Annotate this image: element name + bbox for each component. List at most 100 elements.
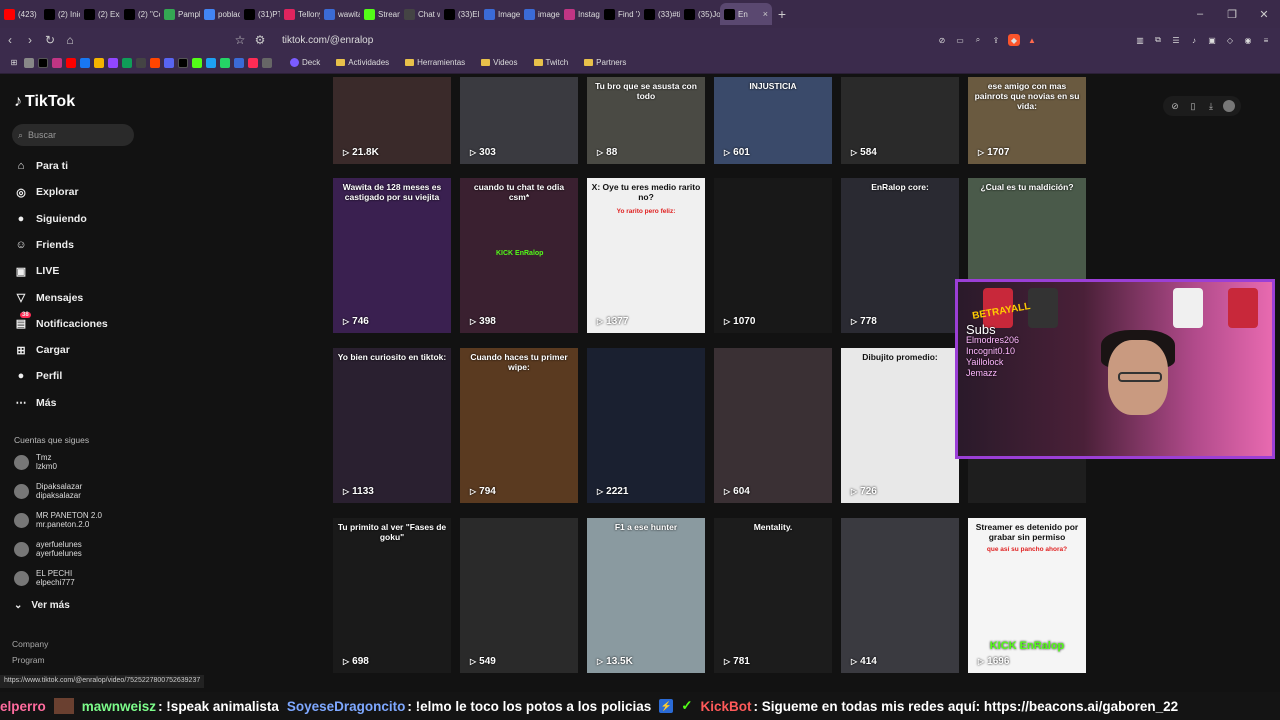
- browser-tab[interactable]: Chat w: [400, 3, 440, 25]
- site-info-icon[interactable]: ⚙: [250, 33, 270, 47]
- brave-shield-icon[interactable]: ◆: [1008, 34, 1020, 46]
- browser-tab[interactable]: Tellony: [280, 3, 320, 25]
- browser-tab[interactable]: (2) Inic: [40, 3, 80, 25]
- video-card[interactable]: ▷ 584: [841, 77, 959, 164]
- bookmark-favicon-icon[interactable]: [108, 57, 118, 68]
- video-card[interactable]: Streamer es detenido por grabar sin perm…: [968, 518, 1086, 673]
- bookmark-favicon-icon[interactable]: [178, 57, 188, 68]
- sidebar-toggle-icon[interactable]: ▥: [1134, 34, 1146, 46]
- url-field[interactable]: tiktok.com/@enralop: [282, 35, 373, 46]
- nav-item[interactable]: ▤ 38 Notificaciones: [14, 311, 108, 331]
- browser-tab[interactable]: Instagr: [560, 3, 600, 25]
- browser-tab[interactable]: En ×: [720, 3, 772, 25]
- extensions-icon[interactable]: ⧉: [1152, 34, 1164, 46]
- video-card[interactable]: ▷ 549: [460, 518, 578, 673]
- video-card[interactable]: F1 a ese hunter ▷ 13.5K: [587, 518, 705, 673]
- bookmark-folder[interactable]: Twitch: [533, 58, 568, 67]
- bookmark-favicon-icon[interactable]: [52, 57, 62, 68]
- video-card[interactable]: Wawita de 128 meses es castigado por su …: [333, 178, 451, 333]
- see-more-button[interactable]: ⌄ Ver más: [14, 600, 70, 611]
- nav-item[interactable]: ▽ Mensajes: [14, 291, 84, 305]
- user-avatar-icon[interactable]: [1223, 100, 1235, 112]
- close-icon[interactable]: ×: [763, 9, 768, 19]
- bookmark-favicon-icon[interactable]: [206, 57, 216, 68]
- video-card[interactable]: ▷ 2221: [587, 348, 705, 503]
- bookmark-folder[interactable]: Herramientas: [405, 58, 465, 67]
- bookmark-folder[interactable]: Videos: [481, 58, 518, 67]
- browser-tab[interactable]: (31)PTI: [240, 3, 280, 25]
- bookmark-favicon-icon[interactable]: [24, 57, 34, 68]
- bookmark-folder[interactable]: Partners: [584, 58, 626, 67]
- video-card[interactable]: Tu bro que se asusta con todo ▷ 88: [587, 77, 705, 164]
- bookmark-folder[interactable]: Deck: [290, 58, 320, 67]
- nav-item[interactable]: ⊞ Cargar: [14, 343, 69, 357]
- browser-tab[interactable]: (33)El: [440, 3, 480, 25]
- minimize-icon[interactable]: –: [1184, 8, 1216, 21]
- share-icon[interactable]: ⇪: [990, 34, 1002, 46]
- close-window-icon[interactable]: ✕: [1248, 8, 1280, 21]
- bookmark-favicon-icon[interactable]: [234, 57, 244, 68]
- bookmark-favicon-icon[interactable]: [192, 57, 202, 68]
- bookmark-favicon-icon[interactable]: [66, 57, 76, 68]
- browser-tab[interactable]: Stream: [360, 3, 400, 25]
- browser-tab[interactable]: wawita: [320, 3, 360, 25]
- bookmark-favicon-icon[interactable]: [38, 57, 48, 68]
- restore-icon[interactable]: ❐: [1216, 8, 1248, 21]
- bookmark-favicon-icon[interactable]: [220, 57, 230, 68]
- video-card[interactable]: cuando tu chat te odia csm* ▷ 398 KICK EnRa…: [460, 178, 578, 333]
- video-card[interactable]: ▷ 303: [460, 77, 578, 164]
- video-card[interactable]: ese amigo con mas painrots que novias en…: [968, 77, 1086, 164]
- following-item[interactable]: MR PANETON 2.0 mr.paneton.2.0: [14, 511, 102, 529]
- video-card[interactable]: ▷ 604: [714, 348, 832, 503]
- music-icon[interactable]: ♪: [1188, 34, 1200, 46]
- rewards-icon[interactable]: ▲: [1026, 34, 1038, 46]
- browser-tab[interactable]: (33)#ti: [640, 3, 680, 25]
- browser-tab[interactable]: Image: [480, 3, 520, 25]
- bookmark-favicon-icon[interactable]: [80, 57, 90, 68]
- apps-icon[interactable]: ⊞: [8, 57, 20, 69]
- nav-item[interactable]: ⌂ Para ti: [14, 159, 68, 173]
- new-tab-icon[interactable]: +: [772, 6, 792, 22]
- bookmark-favicon-icon[interactable]: [94, 57, 104, 68]
- nav-item[interactable]: ● Perfil: [14, 369, 63, 383]
- vpn-icon[interactable]: ◇: [1224, 34, 1236, 46]
- video-card[interactable]: ▷ 414: [841, 518, 959, 673]
- following-item[interactable]: EL PECHI elpechi777: [14, 569, 75, 587]
- bookmark-favicon-icon[interactable]: [136, 57, 146, 68]
- menu-icon[interactable]: ≡: [1260, 34, 1272, 46]
- browser-tab[interactable]: poblac: [200, 3, 240, 25]
- video-card[interactable]: Mentality. ▷ 781: [714, 518, 832, 673]
- video-card[interactable]: EnRalop core: ▷ 778: [841, 178, 959, 333]
- profile-icon[interactable]: ◉: [1242, 34, 1254, 46]
- video-card[interactable]: ▷ 21.8K: [333, 77, 451, 164]
- video-card[interactable]: Cuando haces tu primer wipe: ▷ 794: [460, 348, 578, 503]
- bookmark-folder[interactable]: Actividades: [336, 58, 389, 67]
- following-item[interactable]: ayerfuelunes ayerfuelunes: [14, 540, 82, 558]
- video-card[interactable]: X: Oye tu eres medio rarito no? ▷ 1377 Yo r…: [587, 178, 705, 333]
- bookmark-favicon-icon[interactable]: [262, 57, 272, 68]
- footer-link-company[interactable]: Company: [12, 639, 48, 649]
- bookmark-favicon-icon[interactable]: [150, 57, 160, 68]
- nav-item[interactable]: ▣ LIVE: [14, 264, 60, 278]
- block-icon[interactable]: ⊘: [1169, 100, 1181, 112]
- home-icon[interactable]: ⌂: [60, 33, 80, 47]
- video-card[interactable]: INJUSTICIA ▷ 601: [714, 77, 832, 164]
- bookmark-favicon-icon[interactable]: [164, 57, 174, 68]
- tiktok-logo[interactable]: ♪ TikTok: [14, 93, 75, 111]
- zoom-icon[interactable]: ⌕: [972, 34, 984, 46]
- video-card[interactable]: Yo bien curiosito en tiktok: ▷ 1133: [333, 348, 451, 503]
- phone-icon[interactable]: ▯: [1187, 100, 1199, 112]
- nav-item[interactable]: ◎ Explorar: [14, 185, 78, 199]
- browser-tab[interactable]: Pamplo: [160, 3, 200, 25]
- browser-tab[interactable]: (35)Jos: [680, 3, 720, 25]
- reload-icon[interactable]: ↻: [40, 33, 60, 47]
- nav-item[interactable]: ☺ Friends: [14, 238, 74, 252]
- following-item[interactable]: Dipaksalazar dipaksalazar: [14, 482, 82, 500]
- browser-tab[interactable]: image.j: [520, 3, 560, 25]
- download-icon[interactable]: ⤓: [1205, 100, 1217, 112]
- bookmark-icon[interactable]: ☆: [230, 33, 250, 47]
- screen-icon[interactable]: ▭: [954, 34, 966, 46]
- reader-icon[interactable]: ☰: [1170, 34, 1182, 46]
- nav-item[interactable]: ⋯ Más: [14, 396, 57, 410]
- nav-item[interactable]: ● Siguiendo: [14, 212, 87, 226]
